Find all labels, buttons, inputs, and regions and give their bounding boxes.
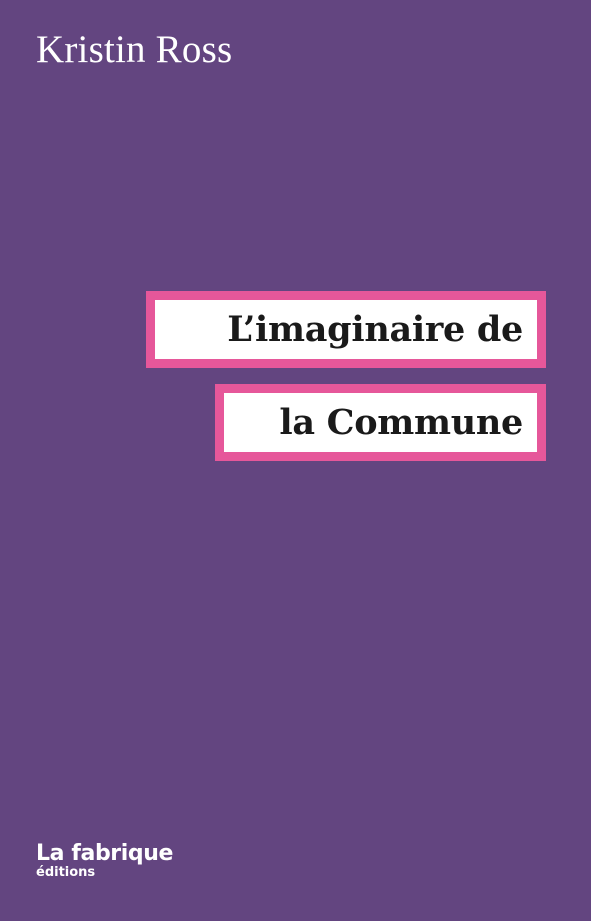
title-box-line-1: L’imaginaire de bbox=[146, 291, 546, 368]
title-line-1: L’imaginaire de bbox=[227, 309, 523, 350]
title-box-line-2: la Commune bbox=[215, 384, 546, 461]
title-line-2: la Commune bbox=[279, 402, 523, 443]
publisher-name: La fabrique bbox=[36, 841, 174, 866]
publisher-logo: La fabrique éditions bbox=[36, 841, 174, 880]
author-name: Kristin Ross bbox=[36, 28, 233, 71]
book-cover: Kristin Ross L’imaginaire de la Commune … bbox=[0, 0, 591, 921]
publisher-subtitle: éditions bbox=[36, 865, 96, 880]
